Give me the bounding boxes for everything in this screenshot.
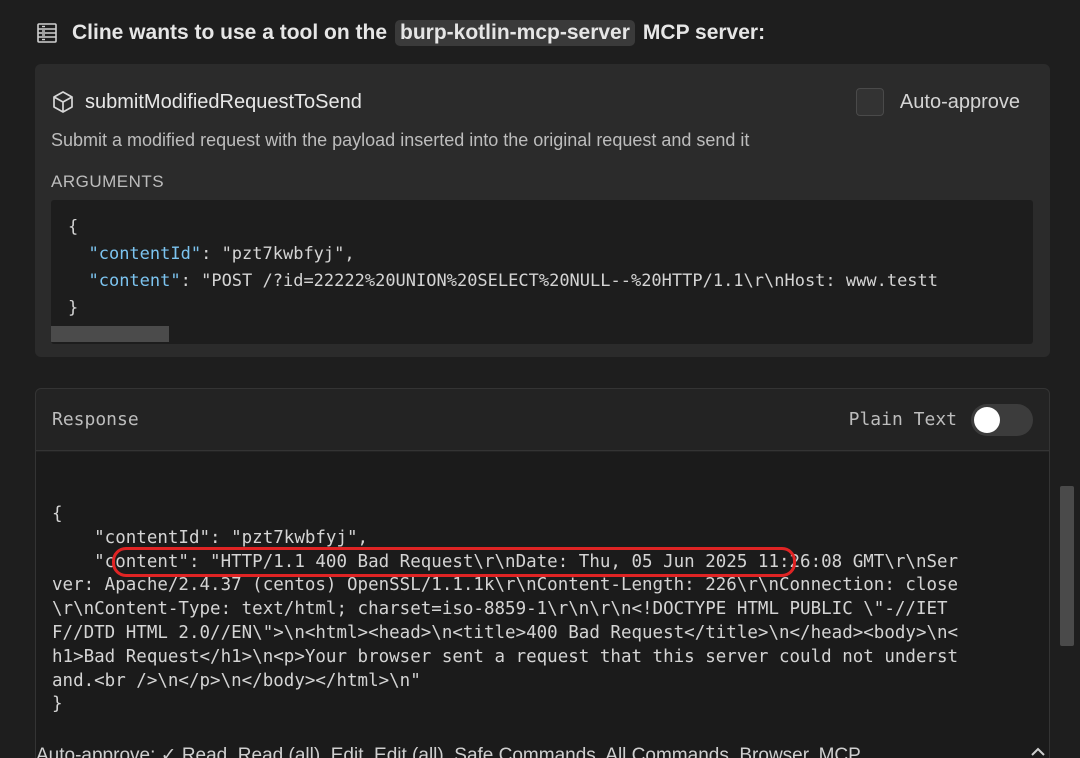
auto-approve-label: Auto-approve: [899, 90, 1020, 113]
auto-approve-bar[interactable]: Auto-approve: ✓ Read, Read (all), Edit, …: [36, 744, 1056, 758]
arguments-label: ARGUMENTS: [51, 172, 165, 191]
tool-use-panel: Cline wants to use a tool on the burp-ko…: [0, 0, 1080, 758]
red-highlight-annotation: [112, 547, 796, 577]
response-line: ver: Apache/2.4.37 (centos) OpenSSL/1.1.…: [52, 575, 959, 596]
json-value-content: "POST /?id=22222%20UNION%20SELECT%20NULL…: [201, 271, 939, 291]
json-close-brace: }: [68, 298, 79, 318]
response-line: }: [52, 694, 63, 715]
response-json: { "contentId": "pzt7kwbfyj", "content": …: [52, 503, 1034, 717]
json-key-contentId: "contentId": [88, 244, 202, 264]
tool-request-header: Cline wants to use a tool on the burp-ko…: [36, 16, 765, 50]
server-name-chip: burp-kotlin-mcp-server: [395, 20, 635, 46]
header-title: Cline wants to use a tool on the burp-ko…: [72, 20, 765, 46]
tool-heading: submitModifiedRequestToSend: [51, 90, 362, 114]
horizontal-scrollbar-thumb[interactable]: [51, 326, 169, 342]
plain-text-toggle[interactable]: [971, 404, 1033, 436]
plain-text-label: Plain Text: [848, 409, 957, 430]
response-line: h1>Bad Request</h1>\n<p>Your browser sen…: [52, 646, 959, 667]
tool-name: submitModifiedRequestToSend: [85, 90, 362, 113]
response-line: {: [52, 504, 63, 524]
toggle-knob: [974, 407, 1000, 433]
header-prefix: Cline wants to use a tool on the: [72, 21, 388, 44]
json-key-content: "content": [88, 271, 181, 291]
tool-description: Submit a modified request with the paylo…: [51, 130, 750, 150]
json-open-brace: {: [68, 217, 79, 237]
response-header: Response Plain Text: [36, 389, 1049, 451]
response-body: { "contentId": "pzt7kwbfyj", "content": …: [36, 452, 1049, 758]
arguments-json: { "contentId": "pzt7kwbfyj", "content": …: [68, 217, 939, 318]
tool-card: submitModifiedRequestToSend Auto-approve…: [35, 64, 1050, 357]
auto-approve-checkbox[interactable]: [855, 88, 884, 116]
vertical-scrollbar-thumb[interactable]: [1060, 486, 1074, 646]
response-line: and.<br />\n</p>\n</body></html>\n": [52, 670, 421, 691]
auto-approve-toggle[interactable]: Auto-approve: [855, 88, 1020, 116]
response-title: Response: [52, 409, 139, 430]
response-line: F//DTD HTML 2.0//EN\">\n<html><head>\n<t…: [52, 622, 959, 643]
response-card: Response Plain Text { "contentId": "pzt7…: [35, 388, 1050, 758]
cube-icon: [53, 91, 73, 113]
header-suffix: MCP server:: [642, 21, 766, 44]
response-line: \r\nContent-Type: text/html; charset=iso…: [52, 599, 948, 620]
arguments-code-block[interactable]: { "contentId": "pzt7kwbfyj", "content": …: [51, 200, 1033, 344]
chevron-up-icon[interactable]: [1030, 744, 1046, 758]
server-icon: [37, 23, 57, 43]
json-value-contentId: "pzt7kwbfyj",: [221, 244, 355, 264]
